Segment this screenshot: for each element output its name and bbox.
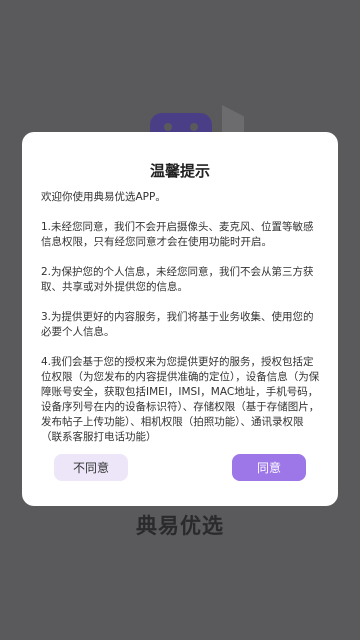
policy-item-3: 3.为提供更好的内容服务，我们将基于业务收集、使用您的必要个人信息。 [41, 311, 314, 338]
accept-button[interactable]: 同意 [232, 454, 306, 481]
policy-item-1: 1.未经您同意，我们不会开启摄像头、麦克风、位置等敏感信息权限，只有经您同意才会… [41, 221, 314, 248]
welcome-text: 欢迎你使用典易优选APP。 [41, 191, 166, 203]
policy-item-2: 2.为保护您的个人信息，未经您同意，我们不会从第三方获取、共享或对外提供您的信息… [41, 266, 314, 293]
app-name: 典易优选 [136, 514, 224, 538]
policy-item-4: 4.我们会基于您的授权来为您提供更好的服务，授权包括定位权限（为您发布的内容提供… [41, 356, 320, 443]
dialog-title: 温馨提示 [149, 162, 210, 180]
decline-button[interactable]: 不同意 [54, 454, 128, 481]
dialog-body[interactable]: 欢迎你使用典易优选APP。 1.未经您同意，我们不会开启摄像头、麦克风、位置等敏… [41, 190, 321, 478]
privacy-dialog: 温馨提示 欢迎你使用典易优选APP。 1.未经您同意，我们不会开启摄像头、麦克风… [22, 132, 338, 506]
